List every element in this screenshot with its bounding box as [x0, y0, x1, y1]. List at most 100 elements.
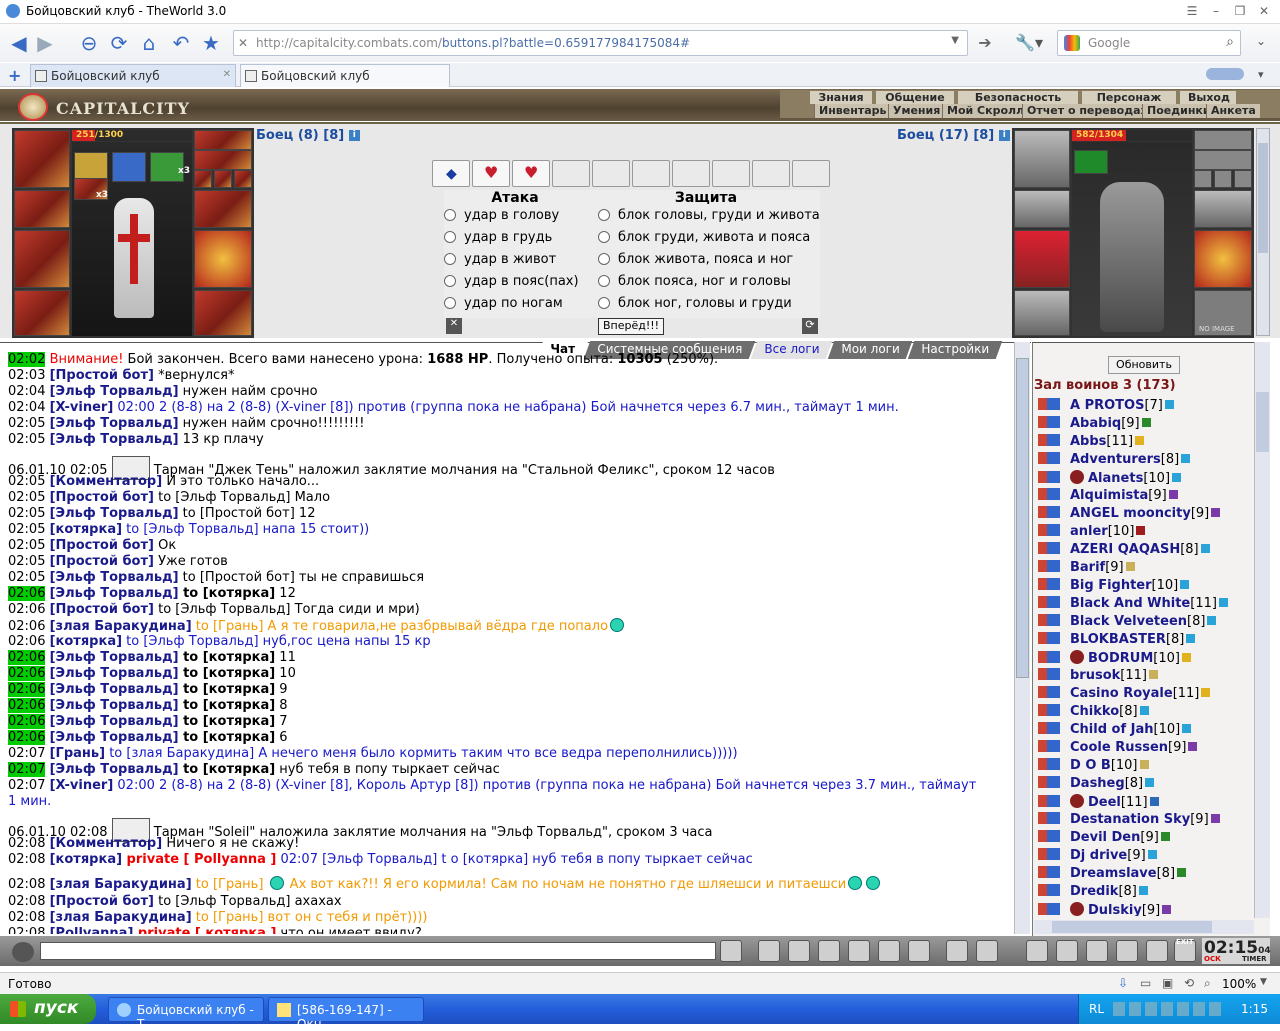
helmet-slot[interactable]	[14, 130, 70, 188]
lock-icon[interactable]	[1146, 940, 1168, 962]
refresh-icon[interactable]: ⟳	[106, 30, 132, 56]
scroll-slot-4[interactable]	[552, 160, 590, 187]
message-time[interactable]: 02:05	[8, 570, 45, 585]
user-list-item[interactable]: Child of Jah[10]	[1038, 722, 1252, 740]
message-time[interactable]: 02:06	[8, 619, 45, 634]
ring-slot-2[interactable]	[1214, 170, 1232, 188]
crossed-swords-icon[interactable]: ✕	[446, 318, 462, 334]
scroll-slot-8[interactable]	[712, 160, 750, 187]
radio-icon[interactable]	[444, 231, 456, 243]
user-name[interactable]: Dreamslave	[1070, 866, 1157, 881]
message-time[interactable]: 02:07	[8, 762, 46, 777]
scroll-slot-1[interactable]: ◆	[432, 160, 470, 187]
private-message-icon[interactable]	[1038, 668, 1060, 680]
user-nick[interactable]: [злая Баракудина]	[50, 877, 192, 892]
user-list-item[interactable]: Abbs[11]	[1038, 434, 1252, 452]
action-icon-1[interactable]	[848, 940, 870, 962]
user-name[interactable]: Alquimista	[1070, 488, 1148, 503]
message-time[interactable]: 02:05	[8, 554, 45, 569]
menu-security[interactable]: Безопасность	[958, 91, 1078, 104]
user-list-item[interactable]: Deel[11]	[1038, 794, 1252, 812]
user-nick[interactable]: [котярка]	[50, 522, 122, 537]
radio-icon[interactable]	[598, 297, 610, 309]
message-time[interactable]: 02:03	[8, 368, 45, 383]
user-name[interactable]: Black Velveteen	[1070, 614, 1187, 629]
boots-slot[interactable]	[1014, 290, 1070, 336]
user-name[interactable]: Black And White	[1070, 596, 1190, 611]
user-name[interactable]: Chikko	[1070, 704, 1119, 719]
user-list-item[interactable]: Devil Den[9]	[1038, 830, 1252, 848]
user-info-icon[interactable]	[1181, 653, 1191, 662]
exit-icon[interactable]: EXIT	[1174, 938, 1196, 962]
message-time[interactable]: 02:06	[8, 602, 45, 617]
attack-option[interactable]: удар в грудь	[444, 230, 586, 252]
tab-scroll-icon[interactable]	[1206, 68, 1244, 80]
user-info-icon[interactable]	[1211, 508, 1221, 517]
user-nick[interactable]: [Простой бот]	[50, 602, 154, 617]
tab-close-icon[interactable]: ✕	[223, 69, 231, 80]
menu-skills[interactable]: Умения	[888, 104, 945, 118]
helmet-icon[interactable]	[976, 940, 998, 962]
radio-icon[interactable]	[444, 275, 456, 287]
user-nick[interactable]: [Pollyanna]	[50, 926, 134, 934]
user-list-item[interactable]: Dj drive[9]	[1038, 848, 1252, 866]
zoom-icon[interactable]: ⌕	[1204, 976, 1211, 991]
user-list-item[interactable]: anler[10]	[1038, 524, 1252, 542]
zoom-level[interactable]: 100%	[1222, 977, 1256, 991]
user-nick[interactable]: [котярка]	[50, 852, 122, 867]
user-name[interactable]: D O B	[1070, 758, 1111, 773]
user-nick[interactable]: [Эльф Торвальд]	[50, 432, 179, 447]
user-list-item[interactable]: Adventurers[8]	[1038, 452, 1252, 470]
start-button[interactable]: пуск	[0, 994, 96, 1024]
scroll-thumb[interactable]	[1052, 921, 1212, 933]
user-nick[interactable]: [Эльф Торвальд]	[50, 416, 179, 431]
private-message-icon[interactable]	[1038, 578, 1060, 590]
private-message-icon[interactable]	[1038, 651, 1060, 663]
menu-icon[interactable]: ☰	[1182, 4, 1202, 20]
user-info-icon[interactable]	[1139, 760, 1149, 769]
private-message-icon[interactable]	[1038, 740, 1060, 752]
user-name[interactable]: Casino Royale	[1070, 686, 1173, 701]
gloves-slot[interactable]	[14, 190, 70, 228]
chat-message-input[interactable]	[40, 942, 716, 960]
user-name[interactable]: BLOKBASTER	[1070, 632, 1166, 647]
message-time[interactable]: 02:08	[8, 894, 45, 909]
user-list-item[interactable]: Barif[9]	[1038, 560, 1252, 578]
eraser-icon[interactable]	[758, 940, 780, 962]
user-nick[interactable]: [Комментатор]	[50, 836, 163, 851]
radio-icon[interactable]	[598, 275, 610, 287]
send-icon[interactable]	[720, 940, 742, 962]
scroll-thumb[interactable]	[1016, 358, 1029, 678]
user-name[interactable]: Child of Jah	[1070, 722, 1154, 737]
private-message-icon[interactable]	[1038, 452, 1060, 464]
user-list-item[interactable]: ANGEL mooncity[9]	[1038, 506, 1252, 524]
go-attack-button[interactable]: Вперёд!!!	[598, 318, 664, 335]
battle-scrollbar[interactable]	[1256, 128, 1270, 336]
radio-icon[interactable]	[444, 253, 456, 265]
user-name[interactable]: Abbs	[1070, 434, 1106, 449]
chat-scrollbar[interactable]	[1014, 342, 1030, 934]
effect-slot-2[interactable]	[112, 152, 146, 182]
amulet-slot[interactable]	[194, 130, 252, 150]
message-time[interactable]: 02:05	[8, 432, 45, 447]
user-nick[interactable]: [злая Баракудина]	[50, 619, 192, 634]
private-message-icon[interactable]	[1038, 542, 1060, 554]
user-nick[interactable]: [Комментатор]	[50, 474, 163, 489]
room-title[interactable]: Зал воинов 3 (173)	[1034, 378, 1176, 393]
user-nick[interactable]: [Эльф Торвальд]	[50, 666, 179, 681]
user-name[interactable]: Barif	[1070, 560, 1105, 575]
filter-icon[interactable]	[788, 940, 810, 962]
private-message-icon[interactable]	[1038, 830, 1060, 842]
message-time[interactable]: 02:08	[8, 852, 45, 867]
user-list-item[interactable]: Black And White[11]	[1038, 596, 1252, 614]
private-message-icon[interactable]	[1038, 398, 1060, 410]
radio-icon[interactable]	[444, 297, 456, 309]
user-list-item[interactable]: Ababiq[9]	[1038, 416, 1252, 434]
private-message-icon[interactable]	[1038, 866, 1060, 878]
message-time[interactable]: 02:08	[8, 926, 45, 934]
tab-1[interactable]: Бойцовский клуб ✕	[30, 64, 236, 87]
close-button[interactable]: ✕	[1254, 4, 1274, 20]
private-message-icon[interactable]	[1038, 416, 1060, 428]
inventory-icon[interactable]	[1026, 940, 1048, 962]
tools-icon[interactable]: 🔧▾	[1012, 30, 1046, 56]
